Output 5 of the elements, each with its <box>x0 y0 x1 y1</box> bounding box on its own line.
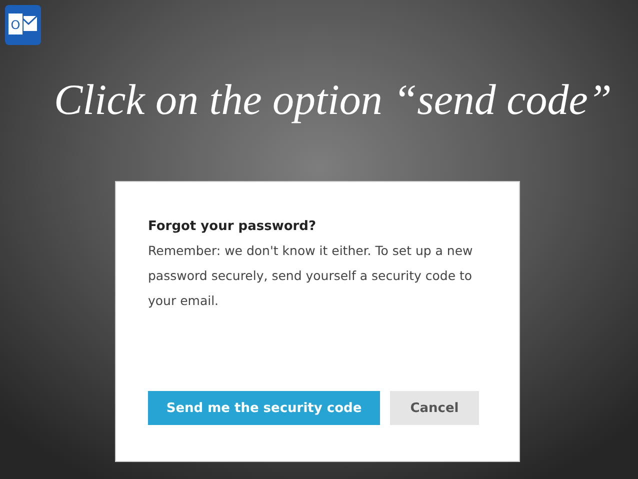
dialog-heading: Forgot your password? <box>148 219 318 234</box>
mail-app-icon: O <box>5 5 41 45</box>
slide-title: Click on the option “send code” <box>54 76 612 126</box>
dialog-message: Remember: we don't know it either. To set up a new password securely, send yourself a security code to your email. <box>148 242 474 310</box>
cancel-button[interactable]: Cancel <box>390 391 479 425</box>
